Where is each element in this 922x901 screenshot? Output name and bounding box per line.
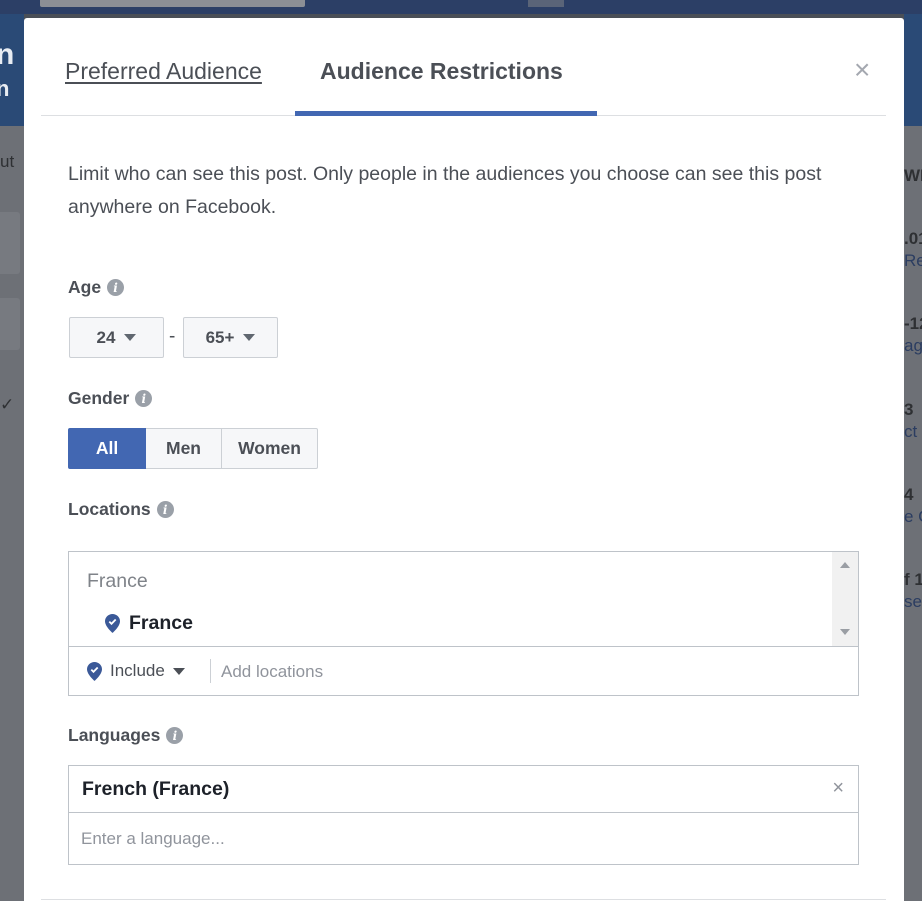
languages-label-text: Languages xyxy=(68,725,161,745)
background-text-fragment: f 1 xyxy=(904,570,922,589)
location-input-row: Include xyxy=(69,647,858,695)
background-card xyxy=(0,212,20,274)
caret-down-icon xyxy=(172,667,185,675)
background-search-bar xyxy=(40,0,305,7)
add-locations-input[interactable] xyxy=(221,657,821,687)
background-text-fragment: ✓ xyxy=(0,395,15,414)
tab-preferred-audience[interactable]: Preferred Audience xyxy=(65,58,262,85)
active-tab-indicator xyxy=(295,111,597,116)
language-input[interactable] xyxy=(81,824,841,854)
background-text-fragment: n xyxy=(0,38,15,71)
background-text-fragment: ut xyxy=(0,152,15,171)
background-text-fragment: Rea xyxy=(904,251,922,270)
background-text-fragment: ct xyxy=(904,422,918,441)
selected-language-token: French (France) × xyxy=(69,766,858,813)
audience-dialog: Preferred Audience Audience Restrictions… xyxy=(24,18,904,901)
age-max-value: 65+ xyxy=(205,327,235,347)
age-separator: - xyxy=(169,326,176,347)
background-text-fragment: .01 xyxy=(904,229,922,248)
info-icon[interactable]: i xyxy=(107,279,125,296)
location-result-label: France xyxy=(129,612,193,634)
location-result-item[interactable]: France xyxy=(105,612,193,635)
background-text-fragment: n xyxy=(0,76,10,101)
selected-language-label: French (France) xyxy=(82,778,230,800)
location-pin-icon xyxy=(105,614,120,633)
age-min-select[interactable]: 24 xyxy=(69,317,164,358)
gender-label: Gender i xyxy=(68,388,153,409)
remove-language-icon[interactable]: × xyxy=(832,777,844,800)
location-pin-icon xyxy=(87,661,102,681)
background-cover-right xyxy=(904,14,922,126)
background-text-fragment: ag xyxy=(904,336,922,355)
gender-men-button[interactable]: Men xyxy=(146,428,222,469)
gender-all-button[interactable]: All xyxy=(68,428,146,469)
footer-divider xyxy=(41,899,886,900)
location-results-list: France France xyxy=(69,552,858,647)
locations-label: Locations i xyxy=(68,499,174,520)
age-min-value: 24 xyxy=(96,327,116,347)
scroll-up-arrow-icon[interactable] xyxy=(840,562,850,568)
languages-label: Languages i xyxy=(68,725,184,746)
background-text-fragment: se xyxy=(904,592,922,611)
background-text-fragment: 3 xyxy=(904,400,914,419)
caret-down-icon xyxy=(124,334,137,341)
locations-picker: France France Include xyxy=(68,551,859,696)
info-icon[interactable]: i xyxy=(156,501,174,518)
caret-down-icon xyxy=(243,334,256,341)
info-icon[interactable]: i xyxy=(166,727,184,744)
include-separator xyxy=(210,659,211,683)
age-max-select[interactable]: 65+ xyxy=(183,317,278,358)
background-card xyxy=(0,298,20,350)
tab-audience-restrictions[interactable]: Audience Restrictions xyxy=(320,58,563,85)
background-avatar xyxy=(528,0,564,7)
gender-toggle-group: All Men Women xyxy=(68,428,318,469)
tab-bar: Preferred Audience Audience Restrictions xyxy=(41,18,886,116)
age-label: Age i xyxy=(68,277,125,298)
info-icon[interactable]: i xyxy=(135,390,153,407)
restrictions-description: Limit who can see this post. Only people… xyxy=(68,163,822,218)
close-icon[interactable]: × xyxy=(854,56,870,84)
location-search-query: France xyxy=(87,570,148,592)
include-mode-dropdown[interactable]: Include xyxy=(87,647,185,695)
gender-women-button[interactable]: Women xyxy=(222,428,318,469)
gender-label-text: Gender xyxy=(68,388,130,408)
age-label-text: Age xyxy=(68,277,102,297)
background-text-fragment: e C xyxy=(904,507,922,526)
location-list-scrollbar[interactable] xyxy=(832,552,858,646)
locations-label-text: Locations xyxy=(68,499,151,519)
languages-picker: French (France) × xyxy=(68,765,859,865)
background-text-fragment: 4 xyxy=(904,485,914,504)
background-text-fragment: -12 xyxy=(904,314,922,333)
scroll-down-arrow-icon[interactable] xyxy=(840,629,850,635)
background-text-fragment: WE xyxy=(904,166,922,185)
include-mode-label: Include xyxy=(110,661,165,680)
